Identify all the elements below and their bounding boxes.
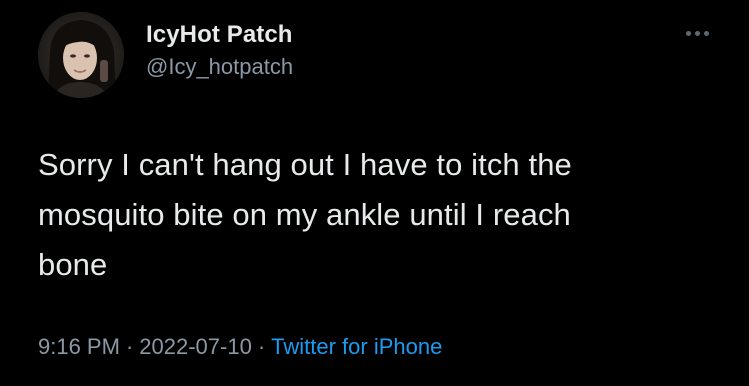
user-handle[interactable]: @Icy_hotpatch [146,52,293,82]
tweet-metadata: 9:16 PM · 2022-07-10 · Twitter for iPhone [38,332,442,362]
tweet-text-line: Sorry I can't hang out I have to itch th… [38,147,572,182]
tweet-time[interactable]: 9:16 PM [38,334,120,359]
user-info: IcyHot Patch @Icy_hotpatch [146,20,293,82]
tweet-card: IcyHot Patch @Icy_hotpatch Sorry I can't… [0,0,749,386]
separator: · [257,334,266,359]
avatar-photo [38,12,124,98]
separator: · [125,334,134,359]
display-name[interactable]: IcyHot Patch [146,20,293,50]
more-options-icon[interactable] [680,24,714,42]
tweet-text: Sorry I can't hang out I have to itch th… [38,140,718,290]
more-dot [703,30,709,36]
tweet-source-link[interactable]: Twitter for iPhone [271,334,442,359]
tweet-text-line: mosquito bite on my ankle until I reach [38,197,571,232]
more-dot [685,30,691,36]
tweet-date[interactable]: 2022-07-10 [139,334,252,359]
tweet-text-line: bone [38,247,108,282]
more-dot [694,30,700,36]
avatar[interactable] [38,12,124,98]
